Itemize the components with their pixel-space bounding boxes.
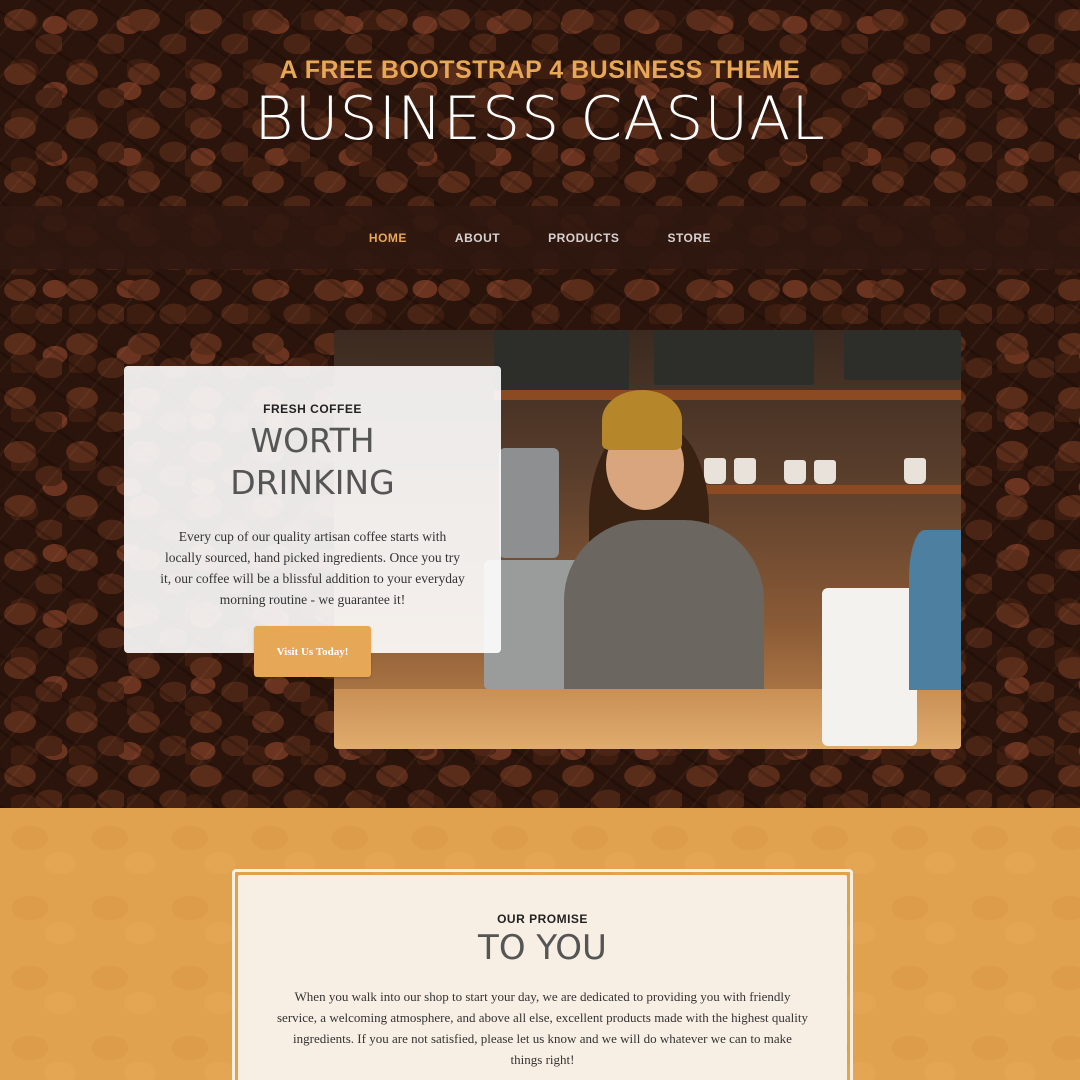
promise-heading-lower: To You xyxy=(478,928,607,968)
cup xyxy=(784,460,806,484)
intro-card: Fresh Coffee Worth Drinking Every cup of… xyxy=(124,366,501,653)
intro-heading-lower: Worth Drinking xyxy=(124,420,501,504)
shelf xyxy=(494,390,961,400)
site-title: Business Casual xyxy=(254,84,826,154)
promise-card: Our Promise To You When you walk into ou… xyxy=(232,869,853,1080)
site-subtitle: A Free Bootstrap 4 Business Theme xyxy=(279,56,801,84)
promise-body: When you walk into our shop to start you… xyxy=(276,989,809,1067)
arm xyxy=(909,530,961,690)
cup xyxy=(704,458,726,484)
cup xyxy=(814,460,836,484)
promise-heading-upper: Our Promise xyxy=(497,912,588,926)
nav-item-products[interactable]: Products xyxy=(524,231,643,245)
intro-heading-upper: Fresh Coffee xyxy=(263,402,362,416)
paper-cup xyxy=(822,588,917,746)
beanie xyxy=(602,390,682,450)
intro-body: Every cup of our quality artisan coffee … xyxy=(160,529,465,607)
shelf xyxy=(694,485,961,494)
register xyxy=(499,448,559,558)
visit-us-button[interactable]: Visit Us Today! xyxy=(254,626,371,677)
promise-card-inner: Our Promise To You When you walk into ou… xyxy=(238,875,847,1080)
intro-heading-line: Drinking xyxy=(230,463,395,502)
menu-board xyxy=(494,330,629,392)
cup xyxy=(734,458,756,484)
cup xyxy=(904,458,926,484)
menu-board xyxy=(844,330,961,380)
nav-item-about[interactable]: About xyxy=(431,231,524,245)
nav-item-home[interactable]: Home xyxy=(345,231,431,245)
main-navbar: Home About Products Store xyxy=(0,206,1080,269)
nav-item-store[interactable]: Store xyxy=(643,231,735,245)
menu-board xyxy=(654,330,814,385)
intro-heading-line: Worth xyxy=(250,421,375,460)
promise-section: Our Promise To You When you walk into ou… xyxy=(0,808,1080,1080)
site-header: A Free Bootstrap 4 Business Theme Busine… xyxy=(0,56,1080,149)
